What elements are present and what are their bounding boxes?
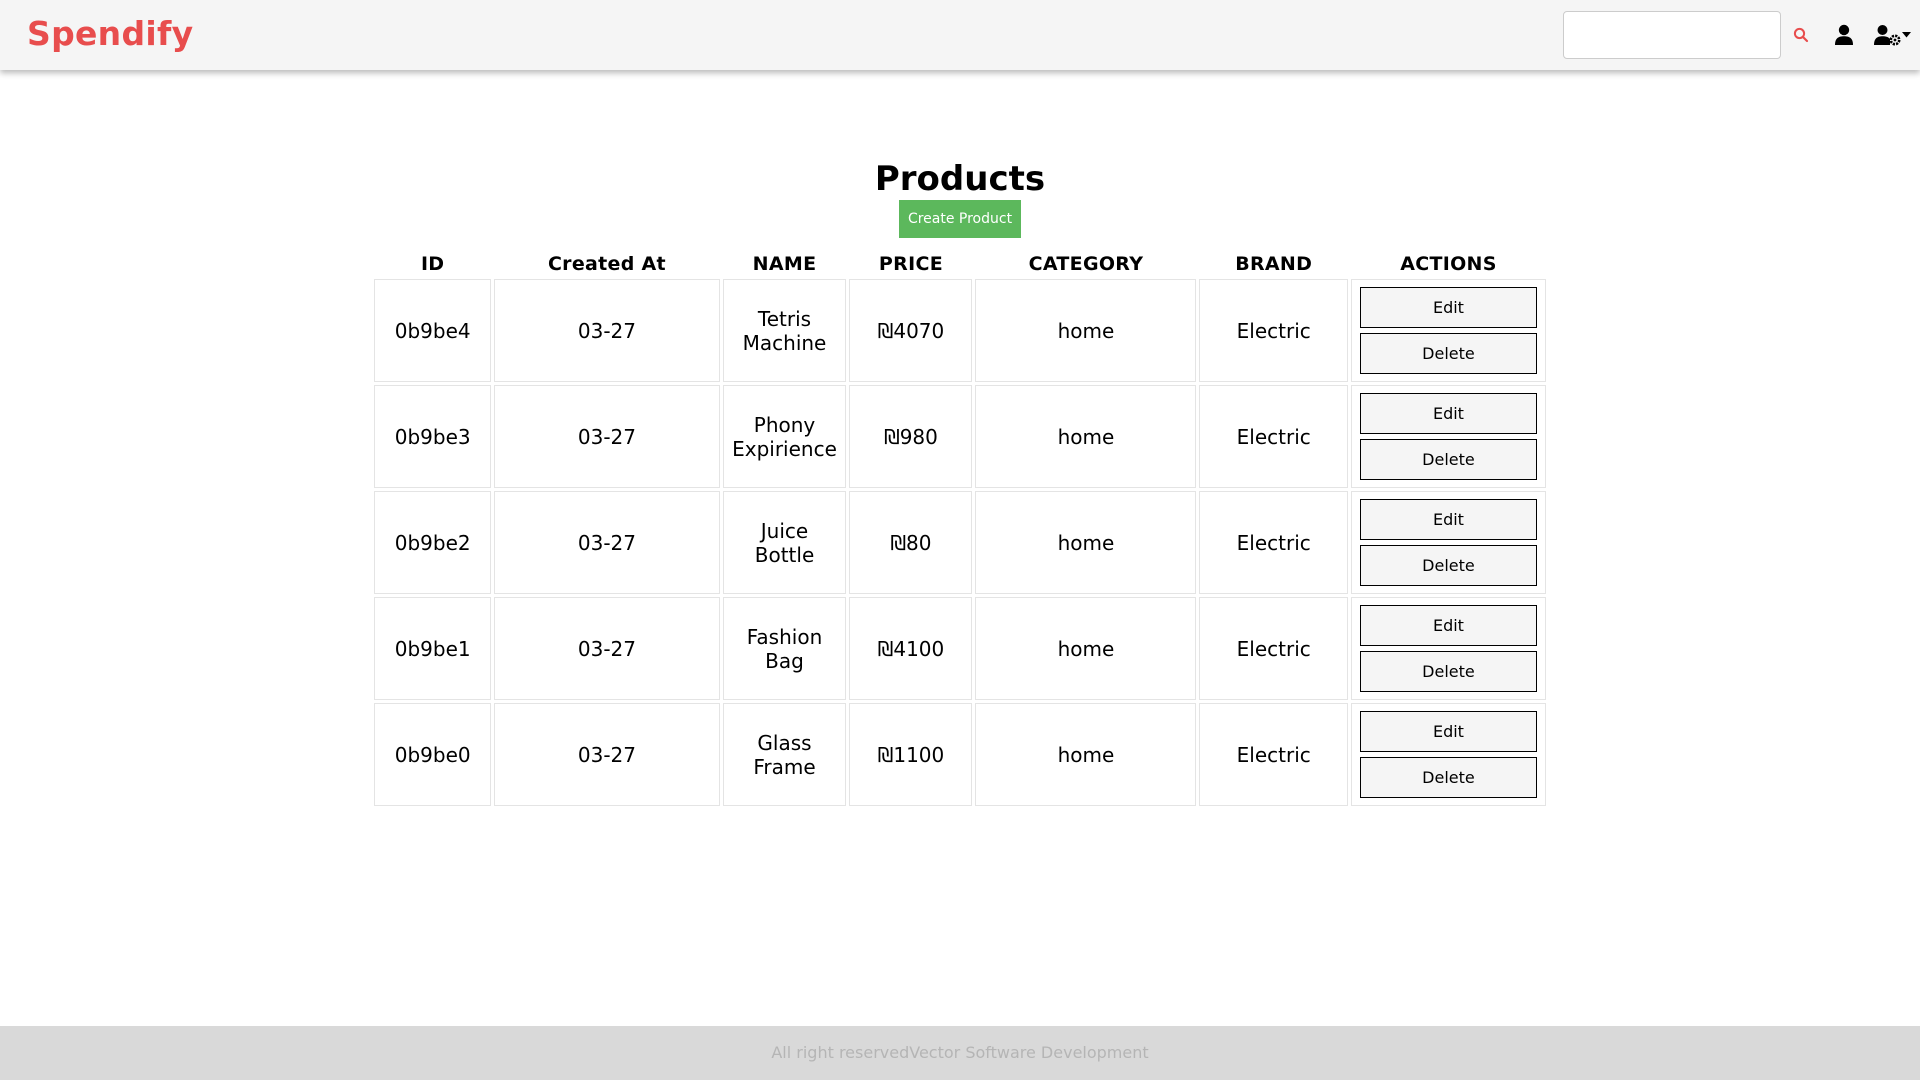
search-icon[interactable] (1792, 26, 1810, 44)
footer: All right reservedVector Software Develo… (0, 1026, 1920, 1080)
cell-name: Glass Frame (722, 703, 847, 806)
cell-brand: Electric (1199, 279, 1348, 382)
cell-price: ₪4100 (849, 597, 973, 700)
table-row: 0b9be2 03-27 Juice Bottle ₪80 home Elect… (374, 491, 1546, 594)
cell-name: Phony Expirience (722, 385, 847, 488)
cell-actions: Edit Delete (1350, 703, 1546, 806)
cell-name: Fashion Bag (722, 597, 847, 700)
cell-id: 0b9be4 (374, 279, 492, 382)
column-header-category: CATEGORY (1028, 253, 1144, 275)
cell-brand: Electric (1199, 703, 1348, 806)
cell-id: 0b9be3 (374, 385, 492, 488)
cell-price: ₪80 (849, 491, 973, 594)
edit-button[interactable]: Edit (1359, 605, 1537, 646)
delete-button[interactable]: Delete (1359, 333, 1537, 374)
table-header-row: ID Created At NAME PRICE CATEGORY BRAND … (374, 252, 1546, 276)
edit-button[interactable]: Edit (1359, 711, 1537, 752)
table-row: 0b9be4 03-27 Tetris Machine ₪4070 home E… (374, 279, 1546, 382)
cell-created-at: 03-27 (494, 597, 720, 700)
column-header-brand: BRAND (1235, 253, 1313, 275)
search-input[interactable] (1563, 11, 1781, 59)
column-header-id: ID (420, 253, 445, 275)
cell-price: ₪980 (849, 385, 973, 488)
brand-logo[interactable]: Spendify (27, 14, 193, 53)
user-icon[interactable] (1834, 24, 1854, 46)
cell-category: home (975, 597, 1197, 700)
cell-name: Tetris Machine (722, 279, 847, 382)
cell-brand: Electric (1199, 597, 1348, 700)
page-title: Products (874, 159, 1046, 199)
cell-name: Juice Bottle (722, 491, 847, 594)
products-table: ID Created At NAME PRICE CATEGORY BRAND … (371, 249, 1549, 809)
delete-button[interactable]: Delete (1359, 651, 1537, 692)
edit-button[interactable]: Edit (1359, 499, 1537, 540)
cell-actions: Edit Delete (1350, 491, 1546, 594)
cell-id: 0b9be2 (374, 491, 492, 594)
cell-created-at: 03-27 (494, 385, 720, 488)
cell-price: ₪4070 (849, 279, 973, 382)
table-row: 0b9be0 03-27 Glass Frame ₪1100 home Elec… (374, 703, 1546, 806)
table-row: 0b9be3 03-27 Phony Expirience ₪980 home … (374, 385, 1546, 488)
cell-category: home (975, 491, 1197, 594)
cell-created-at: 03-27 (494, 703, 720, 806)
delete-button[interactable]: Delete (1359, 545, 1537, 586)
cell-id: 0b9be0 (374, 703, 492, 806)
column-header-actions: ACTIONS (1400, 253, 1497, 275)
cell-actions: Edit Delete (1350, 385, 1546, 488)
cell-category: home (975, 703, 1197, 806)
cell-price: ₪1100 (849, 703, 973, 806)
delete-button[interactable]: Delete (1359, 757, 1537, 798)
column-header-price: PRICE (878, 253, 943, 275)
caret-down-icon (1902, 32, 1911, 38)
user-settings-icon[interactable] (1874, 24, 1912, 46)
table-row: 0b9be1 03-27 Fashion Bag ₪4100 home Elec… (374, 597, 1546, 700)
column-header-name: NAME (752, 253, 817, 275)
edit-button[interactable]: Edit (1359, 287, 1537, 328)
create-product-button[interactable]: Create Product (899, 200, 1021, 238)
gear-icon (1889, 34, 1901, 46)
cell-created-at: 03-27 (494, 279, 720, 382)
cell-category: home (975, 279, 1197, 382)
footer-text: All right reservedVector Software Develo… (771, 1043, 1149, 1062)
column-header-created-at: Created At (547, 253, 666, 275)
cell-brand: Electric (1199, 491, 1348, 594)
cell-category: home (975, 385, 1197, 488)
cell-actions: Edit Delete (1350, 597, 1546, 700)
edit-button[interactable]: Edit (1359, 393, 1537, 434)
cell-id: 0b9be1 (374, 597, 492, 700)
top-navbar: Spendify (0, 0, 1920, 70)
cell-created-at: 03-27 (494, 491, 720, 594)
cell-actions: Edit Delete (1350, 279, 1546, 382)
cell-brand: Electric (1199, 385, 1348, 488)
delete-button[interactable]: Delete (1359, 439, 1537, 480)
